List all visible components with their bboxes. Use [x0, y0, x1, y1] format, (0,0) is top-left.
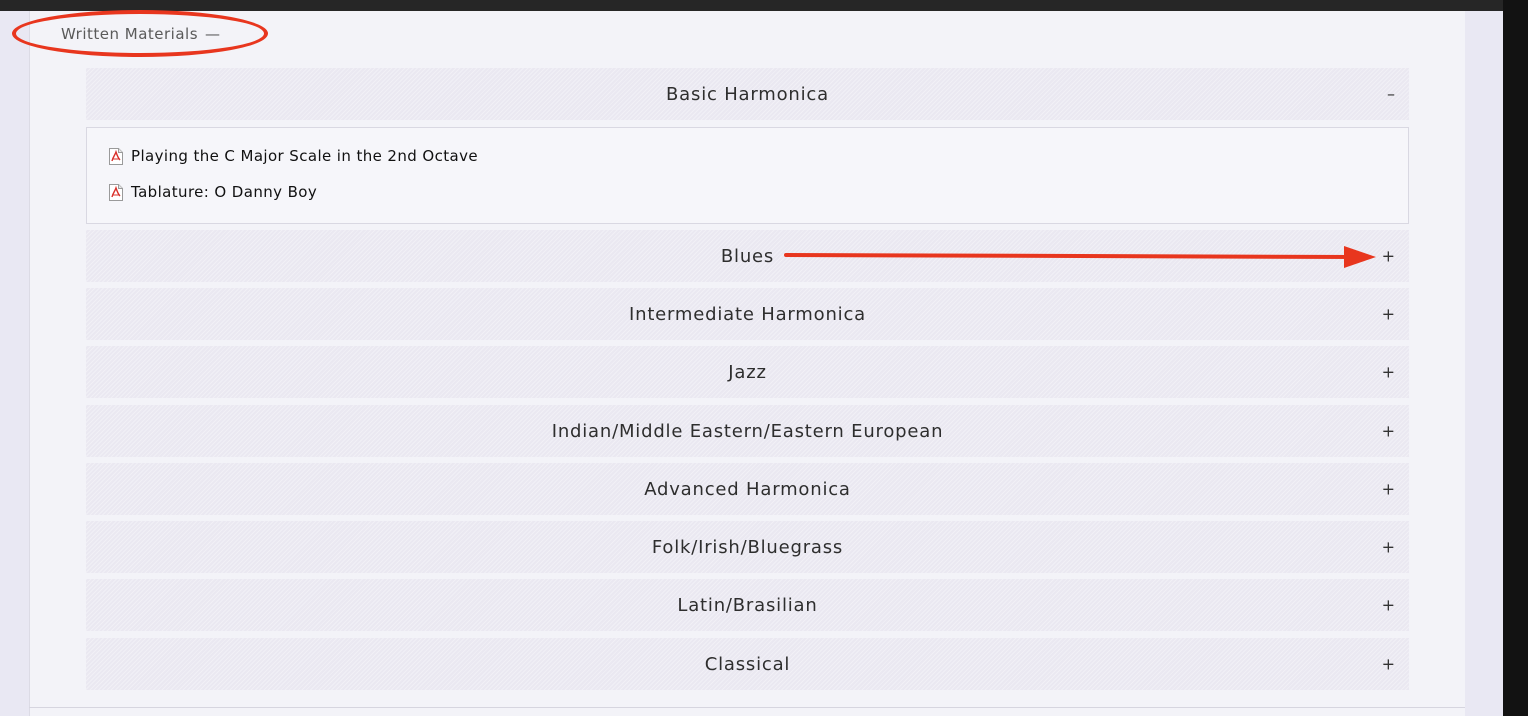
accordion-header-folk-irish-bluegrass[interactable]: Folk/Irish/Bluegrass + — [86, 521, 1409, 573]
right-gutter — [1465, 11, 1503, 716]
accordion-header-advanced-harmonica[interactable]: Advanced Harmonica + — [86, 463, 1409, 515]
top-bar — [0, 0, 1528, 11]
expand-icon: + — [1381, 479, 1395, 499]
accordion-title: Classical — [704, 653, 791, 675]
expand-icon: + — [1381, 654, 1395, 674]
expand-icon: + — [1381, 362, 1395, 382]
accordion-header-classical[interactable]: Classical + — [86, 638, 1409, 690]
accordion-header-intermediate-harmonica[interactable]: Intermediate Harmonica + — [86, 288, 1409, 340]
accordion-title: Jazz — [728, 361, 767, 383]
accordion-title: Folk/Irish/Bluegrass — [651, 536, 844, 558]
collapse-icon: — — [205, 25, 221, 43]
pdf-icon — [109, 147, 123, 165]
accordion-title: Latin/Brasilian — [677, 594, 818, 616]
accordion-header-blues[interactable]: Blues + — [86, 230, 1409, 282]
pdf-icon — [109, 183, 123, 201]
file-link-label: Playing the C Major Scale in the 2nd Oct… — [131, 147, 479, 165]
expand-icon: + — [1381, 246, 1395, 266]
expand-icon: + — [1381, 595, 1395, 615]
accordion-title: Indian/Middle Eastern/Eastern European — [551, 420, 944, 442]
accordion-header-jazz[interactable]: Jazz + — [86, 346, 1409, 398]
accordion-header-latin-brasilian[interactable]: Latin/Brasilian + — [86, 579, 1409, 631]
accordion-header-basic-harmonica[interactable]: Basic Harmonica – — [86, 68, 1409, 120]
accordion-header-indian-middle-eastern[interactable]: Indian/Middle Eastern/Eastern European + — [86, 405, 1409, 457]
section-title: Written Materials — [61, 25, 199, 43]
file-link-danny-boy[interactable]: Tablature: O Danny Boy — [109, 183, 317, 201]
bottom-divider — [29, 707, 1465, 708]
expand-icon: + — [1381, 304, 1395, 324]
written-materials-toggle[interactable]: Written Materials — — [61, 24, 221, 44]
file-link-label: Tablature: O Danny Boy — [131, 183, 318, 201]
right-edge-strip — [1503, 0, 1528, 716]
accordion-title: Intermediate Harmonica — [629, 303, 866, 325]
accordion-title: Advanced Harmonica — [644, 478, 851, 500]
collapse-icon: – — [1387, 84, 1395, 104]
expand-icon: + — [1381, 421, 1395, 441]
accordion-title: Basic Harmonica — [666, 83, 829, 105]
file-link-c-major-scale[interactable]: Playing the C Major Scale in the 2nd Oct… — [109, 147, 478, 165]
expand-icon: + — [1381, 537, 1395, 557]
accordion-body-basic-harmonica: Playing the C Major Scale in the 2nd Oct… — [86, 127, 1409, 224]
accordion-title: Blues — [720, 245, 775, 267]
